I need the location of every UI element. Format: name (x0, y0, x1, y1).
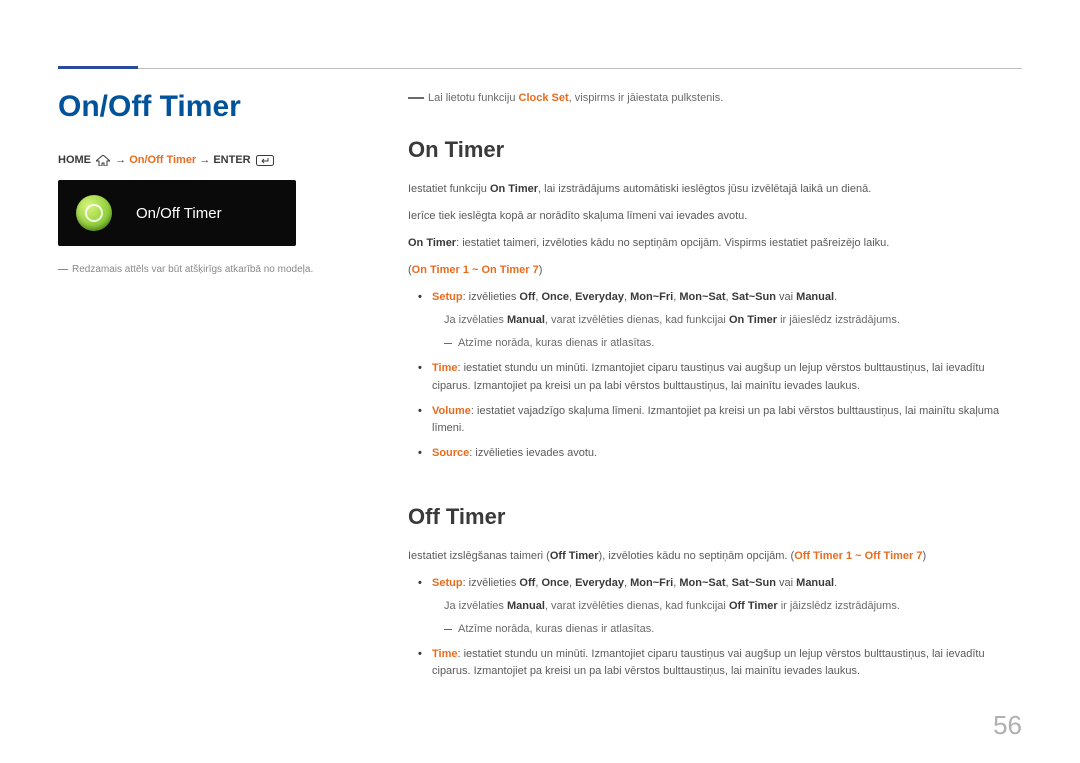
opt: Mon~Fri (630, 577, 673, 589)
txt: : iestatiet stundu un minūti. Izmantojie… (432, 362, 985, 391)
list-item: Source: izvēlieties ievades avotu. (432, 445, 1022, 462)
txt: , varat izvēlēties dienas, kad funkcijai (545, 600, 729, 612)
lead-note-pre: Lai lietotu funkciju (428, 92, 519, 104)
txt: vai (776, 291, 796, 303)
lead-note: Lai lietotu funkciju Clock Set, vispirms… (408, 90, 1022, 107)
txt: ir jāieslēdz izstrādājums. (777, 314, 900, 326)
off-timer-list: Setup: izvēlieties Off, Once, Everyday, … (408, 575, 1022, 592)
right-column: Lai lietotu funkciju Clock Set, vispirms… (408, 90, 1022, 723)
opt: Mon~Fri (630, 291, 673, 303)
source-label: Source (432, 447, 469, 459)
txt: ), izvēloties kādu no septiņām opcijām. … (599, 550, 795, 562)
on-timer-heading: On Timer (408, 133, 1022, 167)
on-setup-dash: Atzīme norāda, kuras dienas ir atlasītas… (408, 335, 1022, 352)
txt: : izvēlieties (463, 291, 520, 303)
opt: Manual (796, 291, 834, 303)
list-item: Volume: iestatiet vajadzīgo skaļuma līme… (432, 403, 1022, 437)
list-item: Time: iestatiet stundu un minūti. Izmant… (432, 646, 1022, 680)
off-timer-range: Off Timer 1 ~ Off Timer 7 (794, 550, 922, 562)
txt: vai (776, 577, 796, 589)
breadcrumb-enter: ENTER (213, 154, 250, 166)
txt: Ja izvēlaties (444, 314, 507, 326)
on-timer-range: (On Timer 1 ~ On Timer 7) (408, 262, 1022, 279)
volume-label: Volume (432, 405, 471, 417)
opt: Sat~Sun (732, 291, 776, 303)
page-number: 56 (993, 710, 1022, 741)
left-column: On/Off Timer HOME → On/Off Timer → ENTER… (58, 90, 358, 723)
txt: ) (922, 550, 926, 562)
on-timer-range-text: On Timer 1 ~ On Timer 7 (412, 264, 539, 276)
off-timer-list2: Time: iestatiet stundu un minūti. Izmant… (408, 646, 1022, 680)
top-divider-accent (58, 66, 138, 69)
lead-note-bold: Clock Set (519, 92, 569, 104)
txt-bold: Manual (507, 314, 545, 326)
txt: ir jāizslēdz izstrādājums. (778, 600, 900, 612)
opt: Once (541, 577, 569, 589)
page-body: On/Off Timer HOME → On/Off Timer → ENTER… (58, 90, 1022, 723)
on-setup-subnote: Ja izvēlaties Manual, varat izvēlēties d… (408, 312, 1022, 329)
txt: , varat izvēlēties dienas, kad funkcijai (545, 314, 729, 326)
time-label: Time (432, 362, 457, 374)
txt-bold: Manual (507, 600, 545, 612)
txt: Iestatiet funkciju (408, 183, 490, 195)
txt: Ja izvēlaties (444, 600, 507, 612)
opt: Everyday (575, 291, 624, 303)
on-timer-p2: Ierīce tiek ieslēgta kopā ar norādīto sk… (408, 208, 1022, 225)
off-setup-subnote: Ja izvēlaties Manual, varat izvēlēties d… (408, 598, 1022, 615)
list-item: Setup: izvēlieties Off, Once, Everyday, … (432, 575, 1022, 592)
on-timer-list: Setup: izvēlieties Off, Once, Everyday, … (408, 289, 1022, 306)
txt-bold: Off Timer (550, 550, 599, 562)
txt-bold: On Timer (408, 237, 456, 249)
off-timer-heading: Off Timer (408, 500, 1022, 534)
txt: : iestatiet vajadzīgo skaļuma līmeni. Iz… (432, 405, 999, 434)
breadcrumb-path: On/Off Timer (129, 154, 196, 166)
opt: Sat~Sun (732, 577, 776, 589)
on-timer-list2: Time: iestatiet stundu un minūti. Izmant… (408, 360, 1022, 461)
txt-bold: On Timer (490, 183, 538, 195)
txt: Atzīme norāda, kuras dienas ir atlasītas… (458, 623, 654, 635)
breadcrumb: HOME → On/Off Timer → ENTER (58, 154, 358, 166)
txt: : izvēlieties (463, 577, 520, 589)
on-timer-intro: Iestatiet funkciju On Timer, lai izstrād… (408, 181, 1022, 198)
opt: Mon~Sat (679, 291, 725, 303)
top-divider (58, 68, 1022, 69)
opt: Off (519, 577, 535, 589)
enter-icon (256, 155, 274, 166)
opt: Once (541, 291, 569, 303)
txt: Atzīme norāda, kuras dienas ir atlasītas… (458, 337, 654, 349)
timer-clock-icon (76, 195, 112, 231)
left-footnote: Redzamais attēls var būt atšķirīgs atkar… (58, 264, 358, 275)
left-footnote-text: Redzamais attēls var būt atšķirīgs atkar… (72, 264, 313, 275)
list-item: Time: iestatiet stundu un minūti. Izmant… (432, 360, 1022, 394)
page-title: On/Off Timer (58, 90, 358, 124)
opt: Everyday (575, 577, 624, 589)
txt-bold: Off Timer (729, 600, 778, 612)
breadcrumb-home: HOME (58, 154, 91, 166)
off-setup-dash: Atzīme norāda, kuras dienas ir atlasītas… (408, 621, 1022, 638)
txt: : izvēlieties ievades avotu. (469, 447, 597, 459)
txt: : iestatiet stundu un minūti. Izmantojie… (432, 648, 985, 677)
time-label: Time (432, 648, 457, 660)
txt-bold: On Timer (729, 314, 777, 326)
off-timer-intro: Iestatiet izslēgšanas taimeri (Off Timer… (408, 548, 1022, 565)
opt: Off (519, 291, 535, 303)
on-timer-p3: On Timer: iestatiet taimeri, izvēloties … (408, 235, 1022, 252)
opt: Mon~Sat (679, 577, 725, 589)
txt: : iestatiet taimeri, izvēloties kādu no … (456, 237, 889, 249)
feature-tile-label: On/Off Timer (136, 205, 222, 222)
opt: Manual (796, 577, 834, 589)
list-item: Setup: izvēlieties Off, Once, Everyday, … (432, 289, 1022, 306)
setup-label: Setup (432, 291, 463, 303)
feature-tile: On/Off Timer (58, 180, 296, 246)
txt: , lai izstrādājums automātiski ieslēgtos… (538, 183, 871, 195)
home-icon (96, 155, 110, 166)
txt: Iestatiet izslēgšanas taimeri ( (408, 550, 550, 562)
lead-note-post: , vispirms ir jāiestata pulkstenis. (569, 92, 724, 104)
setup-label: Setup (432, 577, 463, 589)
